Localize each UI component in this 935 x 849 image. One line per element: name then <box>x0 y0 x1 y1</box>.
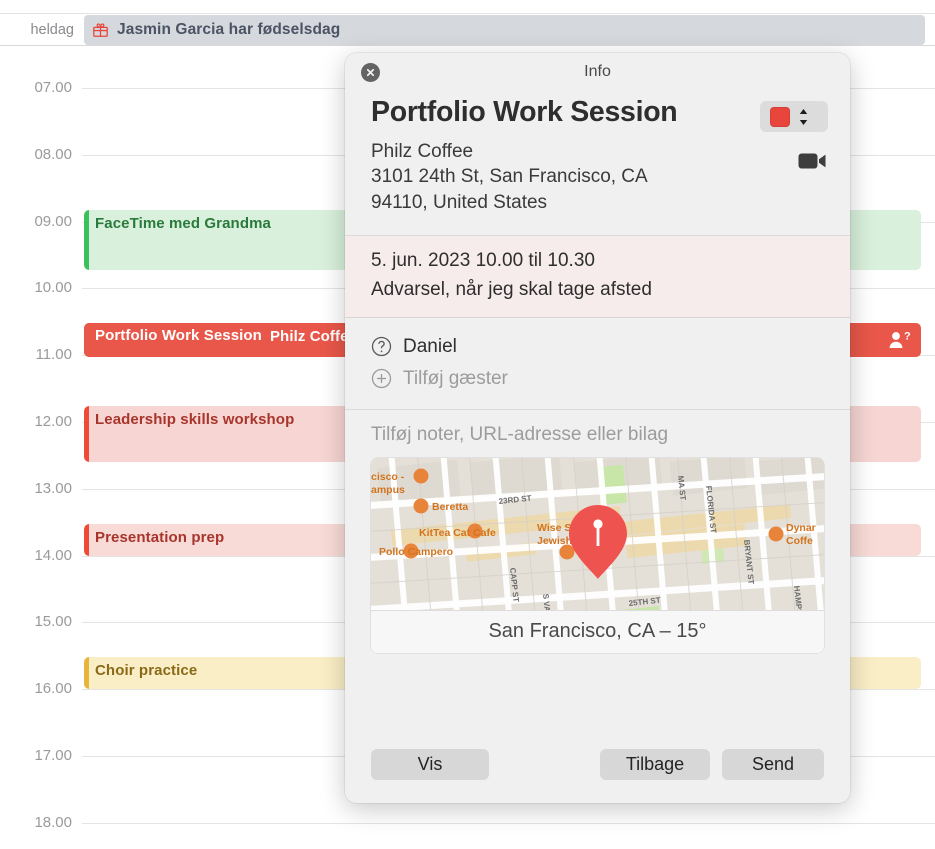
svg-text:Dynar: Dynar <box>786 522 816 534</box>
question-mark-circle-icon <box>371 336 392 357</box>
event-title-label: Leadership skills workshop <box>95 411 295 428</box>
hour-label: 11.00 <box>35 346 72 364</box>
event-notes-section[interactable]: Tilføj noter, URL-adresse eller bilag <box>345 410 850 446</box>
popover-title: Info <box>584 63 611 80</box>
chevron-up-down-icon <box>798 107 809 127</box>
close-icon[interactable] <box>361 63 380 82</box>
event-title-label: FaceTime med Grandma <box>95 215 271 232</box>
location-map[interactable]: 23RD ST 25TH ST CAPP ST S VAN NESS AVE M… <box>371 457 824 653</box>
hour-label: 12.00 <box>34 413 72 430</box>
add-guests-label: Tilføj gæster <box>403 367 508 389</box>
popover-footer: Vis Tilbage Send <box>345 747 850 781</box>
hour-label: 09.00 <box>34 212 72 230</box>
hour-label: 16.00 <box>34 680 72 698</box>
guest-row-daniel[interactable]: Daniel <box>371 331 824 363</box>
all-day-event-birthday[interactable]: Jasmin Garcia har fødselsdag <box>84 14 925 45</box>
calendar-color-picker[interactable] <box>760 101 828 132</box>
hour-label: 08.00 <box>34 145 72 163</box>
add-guests-row[interactable]: Tilføj gæster <box>371 363 824 395</box>
event-title-label: Choir practice <box>95 662 198 679</box>
event-color-bar <box>84 210 89 270</box>
svg-text:KitTea Cat Cafe: KitTea Cat Cafe <box>419 527 496 539</box>
event-summary-section: Portfolio Work Session Philz Coffee 3101… <box>345 91 850 235</box>
event-color-bar <box>84 406 89 462</box>
event-title-label: Portfolio Work Session <box>95 327 262 344</box>
svg-text:Wise S: Wise S <box>537 522 571 534</box>
hour-label: 18.00 <box>34 813 72 831</box>
event-info-popover: Info Portfolio Work Session Philz Coffee… <box>345 53 850 803</box>
event-color-bar <box>84 323 89 357</box>
svg-text:Coffe: Coffe <box>786 535 813 547</box>
event-datetime-section[interactable]: 5. jun. 2023 10.00 til 10.30 Advarsel, n… <box>345 234 850 318</box>
hour-label: 07.00 <box>34 79 72 96</box>
all-day-event-title: Jasmin Garcia har fødselsdag <box>117 20 341 38</box>
vis-button[interactable]: Vis <box>371 748 489 780</box>
calendar-day-view: heldag Jasmin Garcia har fødselsdag 07.0… <box>0 0 935 849</box>
svg-text:Jewish: Jewish <box>537 535 572 547</box>
event-color-bar <box>84 524 89 556</box>
svg-text:cisco -: cisco - <box>371 471 405 483</box>
send-button[interactable]: Send <box>722 748 824 780</box>
hour-gridline <box>82 822 935 824</box>
gift-icon <box>92 21 109 38</box>
event-color-bar <box>84 657 89 689</box>
color-swatch <box>770 106 790 127</box>
popover-header: Info <box>345 53 850 91</box>
event-location-line-1: 3101 24th St, San Francisco, CA <box>371 166 648 188</box>
event-alert: Advarsel, når jeg skal tage afsted <box>371 278 652 300</box>
plus-circle-icon <box>371 368 392 389</box>
notes-placeholder: Tilføj noter, URL-adresse eller bilag <box>371 423 669 445</box>
hour-label: 13.00 <box>34 479 72 497</box>
map-footer-label: San Francisco, CA – 15° <box>371 609 824 653</box>
hour-label: 15.00 <box>34 613 72 631</box>
event-title-label: Presentation prep <box>95 529 225 546</box>
svg-text:Pollo Campero: Pollo Campero <box>379 546 453 558</box>
event-location: Philz Coffee 3101 24th St, San Francisco… <box>371 139 824 215</box>
hour-label: 14.00 <box>34 546 72 564</box>
svg-text:?: ? <box>904 331 911 343</box>
event-title: Portfolio Work Session <box>371 96 678 128</box>
event-location-line-0: Philz Coffee <box>371 141 474 163</box>
event-location-line-2: 94110, United States <box>371 191 548 213</box>
all-day-row: heldag Jasmin Garcia har fødselsdag <box>0 13 935 46</box>
all-day-label: heldag <box>30 21 74 38</box>
guest-status-unknown-icon: ? <box>889 331 911 348</box>
tilbage-button[interactable]: Tilbage <box>600 748 710 780</box>
hour-label: 10.00 <box>34 279 72 297</box>
guest-name: Daniel <box>403 335 457 357</box>
svg-text:Beretta: Beretta <box>432 501 468 513</box>
event-guests-section: Daniel Tilføj gæster <box>345 318 850 409</box>
hour-label: 17.00 <box>34 747 72 764</box>
event-datetime: 5. jun. 2023 10.00 til 10.30 <box>371 249 595 271</box>
svg-text:ampus: ampus <box>371 484 405 496</box>
